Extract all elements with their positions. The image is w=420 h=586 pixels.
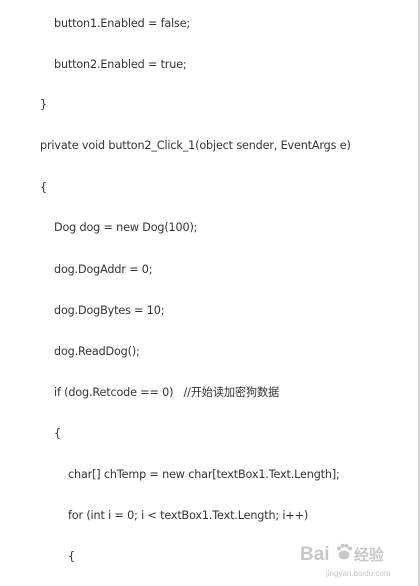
code-line: if (dog.Retcode == 0) //开始读加密狗数据 xyxy=(54,386,280,399)
code-line: Dog dog = new Dog(100); xyxy=(54,221,198,234)
code-line: { xyxy=(40,181,47,194)
baidu-paw-icon xyxy=(337,543,352,560)
code-line: for (int i = 0; i < textBox1.Text.Length… xyxy=(68,509,309,522)
code-line: dog.DogBytes = 10; xyxy=(54,304,165,317)
code-line: char[] chTemp = new char[textBox1.Text.L… xyxy=(68,468,340,481)
watermark-suffix: 经验 xyxy=(354,546,385,564)
code-line: { xyxy=(54,427,61,440)
watermark-brand: Bai xyxy=(300,544,330,565)
code-line: button2.Enabled = true; xyxy=(54,58,187,71)
code-line: dog.DogAddr = 0; xyxy=(54,263,153,276)
code-line: private void button2_Click_1(object send… xyxy=(40,139,351,152)
code-line: } xyxy=(40,98,47,111)
code-line: dog.ReadDog(); xyxy=(54,345,140,358)
page-border xyxy=(0,0,420,586)
document-page: button1.Enabled = false; button2.Enabled… xyxy=(0,0,420,586)
watermark-domain: jingyan.baidu.com xyxy=(325,569,391,578)
code-line: button1.Enabled = false; xyxy=(54,17,191,30)
code-line: { xyxy=(68,550,75,563)
baidu-jingyan-watermark: Bai 经验 jingyan.baidu.com xyxy=(300,543,391,578)
